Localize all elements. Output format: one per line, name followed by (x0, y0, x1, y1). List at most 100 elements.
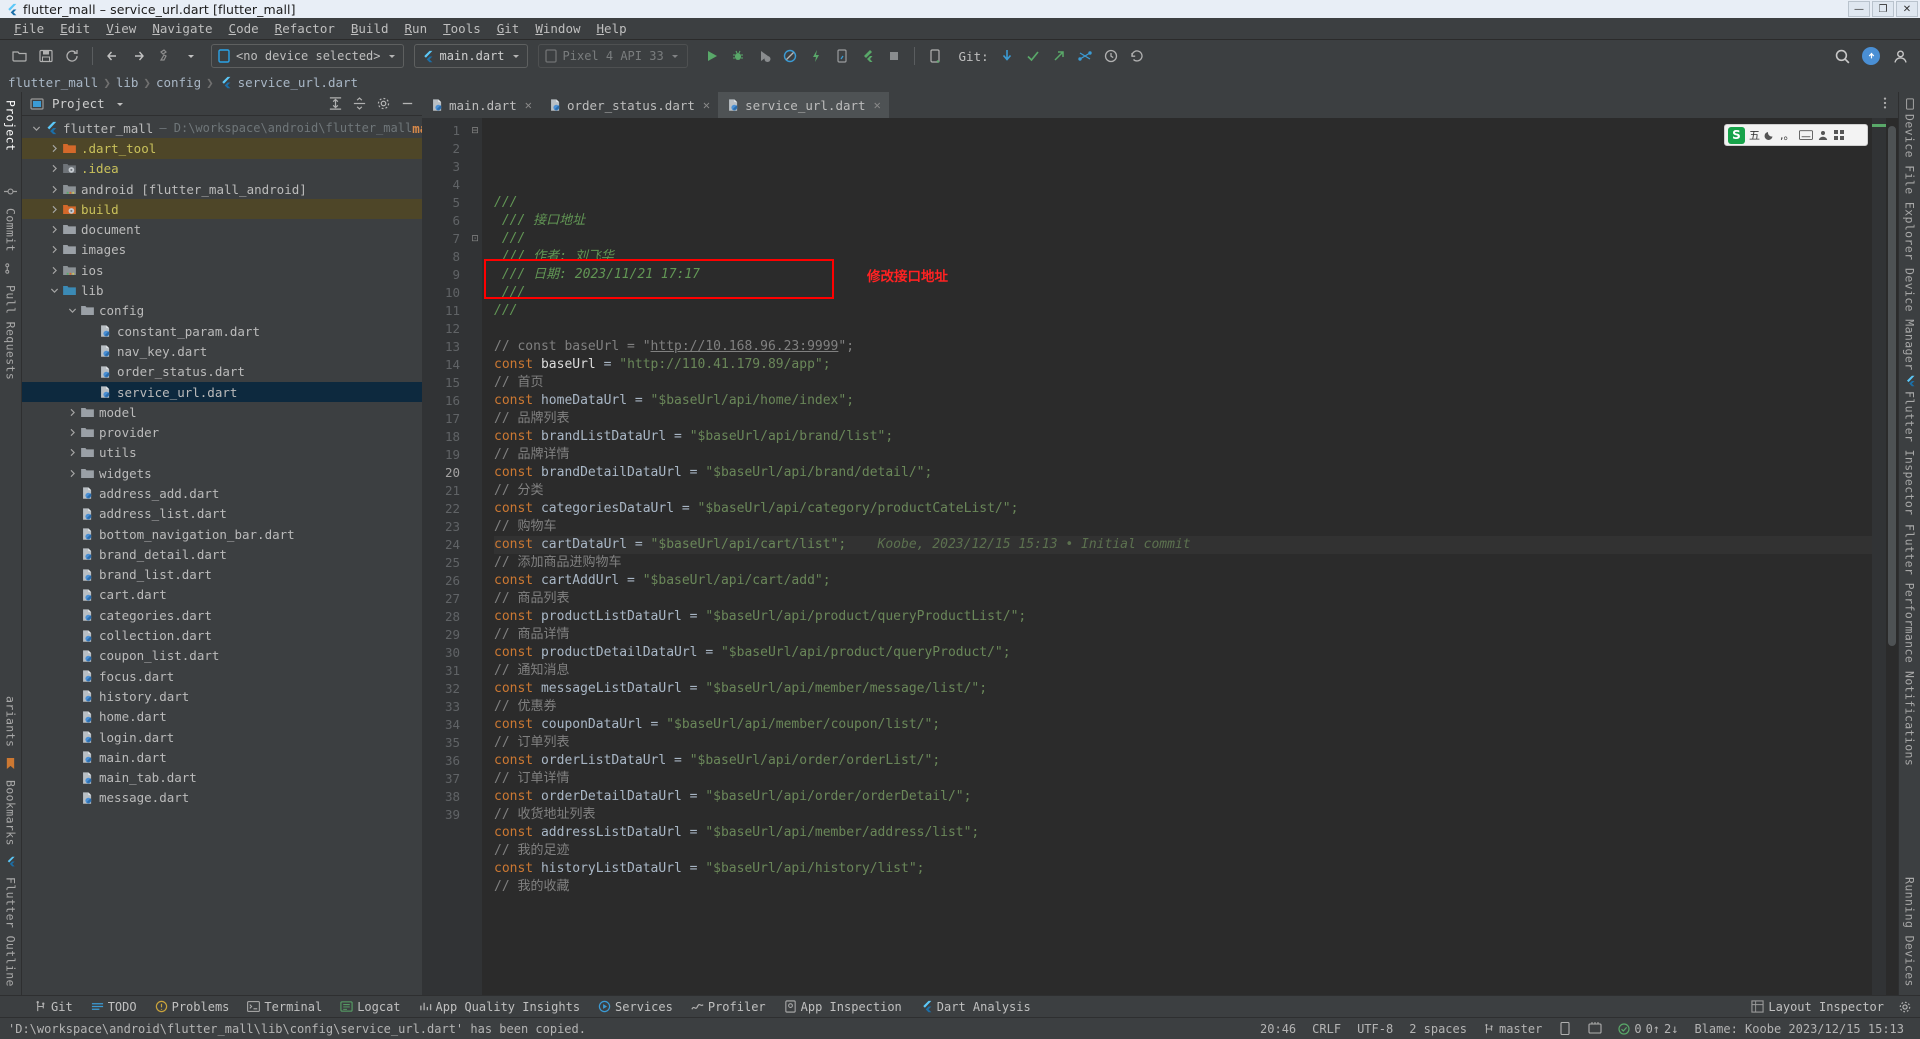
more-tabs-icon[interactable] (1878, 96, 1892, 110)
code-line[interactable]: /// (494, 302, 1872, 320)
code-line[interactable]: /// 作者: 刘飞华 (494, 248, 1872, 266)
bottom-tool-terminal[interactable]: Terminal (239, 996, 330, 1018)
menu-item-help[interactable]: Help (589, 19, 635, 38)
code-content[interactable]: /// /// 接口地址 /// /// 作者: 刘飞华 /// 日期: 202… (482, 118, 1872, 995)
menu-item-run[interactable]: Run (397, 19, 436, 38)
code-line[interactable]: // const baseUrl = "http://10.168.96.23:… (494, 338, 1872, 356)
git-branch-icon[interactable] (1073, 44, 1097, 68)
code-line[interactable]: /// 接口地址 (494, 212, 1872, 230)
device-file-explorer-icon[interactable] (1904, 98, 1916, 110)
error-marker-bar[interactable] (1872, 118, 1886, 995)
tree-row[interactable]: cart.dart (22, 585, 422, 605)
strip-item-variants[interactable]: ariants (4, 692, 18, 751)
chevron-right-icon[interactable] (48, 223, 61, 236)
project-panel-header[interactable]: Project (22, 92, 422, 116)
device-manager-icon[interactable] (923, 44, 947, 68)
tree-row[interactable]: android [flutter_mall_android] (22, 179, 422, 199)
bottom-tool-todo[interactable]: TODO (83, 996, 145, 1018)
forward-arrow-icon[interactable] (127, 44, 151, 68)
menu-item-refactor[interactable]: Refactor (267, 19, 343, 38)
bottom-tool-logcat[interactable]: Logcat (332, 996, 408, 1018)
git-update-icon[interactable] (995, 44, 1019, 68)
menu-icon[interactable] (1833, 129, 1845, 141)
git-branch-status[interactable]: master (1475, 1022, 1550, 1036)
chevron-down-icon[interactable] (48, 284, 61, 297)
bottom-tool-dart-analysis[interactable]: Dart Analysis (912, 996, 1039, 1018)
bottom-tool-app-quality-insights[interactable]: App Quality Insights (411, 996, 589, 1018)
open-folder-icon[interactable] (8, 44, 32, 68)
menu-bar[interactable]: File Edit View Navigate Code Refactor Build Run… (0, 18, 1920, 40)
tree-row[interactable]: flutter_mall – D:\workspace\android\flutt… (22, 118, 422, 138)
minimize-button[interactable]: — (1848, 1, 1870, 17)
menu-item-build[interactable]: Build (343, 19, 397, 38)
code-line[interactable]: /// (494, 194, 1872, 212)
tree-row[interactable]: images (22, 240, 422, 260)
code-line[interactable]: const categoriesDataUrl = "$baseUrl/api/… (494, 500, 1872, 518)
tree-row[interactable]: address_add.dart (22, 483, 422, 503)
flutter-outline-icon[interactable] (5, 856, 16, 867)
code-line[interactable]: const addressListDataUrl = "$baseUrl/api… (494, 824, 1872, 842)
left-tool-strip[interactable]: Project Commit Pull Requests ariants Boo… (0, 92, 22, 995)
tree-row[interactable]: build (22, 199, 422, 220)
menu-item-code[interactable]: Code (221, 19, 267, 38)
chevron-right-icon[interactable] (48, 264, 61, 277)
scrollbar-thumb[interactable] (1888, 126, 1896, 646)
strip-item-commit[interactable]: Commit (4, 204, 18, 256)
tree-row[interactable]: main_tab.dart (22, 768, 422, 788)
tree-row[interactable]: constant_param.dart (22, 321, 422, 341)
code-line[interactable]: const homeDataUrl = "$baseUrl/api/home/i… (494, 392, 1872, 410)
chevron-right-icon[interactable] (48, 183, 61, 196)
code-line[interactable]: // 订单详情 (494, 770, 1872, 788)
strip-item-flutter-inspector[interactable]: Flutter Inspector (1903, 387, 1917, 520)
collapse-all-icon[interactable] (350, 95, 368, 113)
tree-row[interactable]: ios (22, 260, 422, 280)
editor-tabs-actions[interactable] (1878, 96, 1892, 110)
code-line[interactable]: const orderListDataUrl = "$baseUrl/api/o… (494, 752, 1872, 770)
bottom-tool-git[interactable]: Git (26, 996, 81, 1018)
chevron-right-icon[interactable] (66, 446, 79, 459)
close-tab-icon[interactable]: ✕ (525, 98, 532, 112)
tree-row[interactable]: focus.dart (22, 666, 422, 686)
tree-row[interactable]: categories.dart (22, 605, 422, 625)
tree-row[interactable]: brand_list.dart (22, 565, 422, 585)
notifications-icon[interactable] (1862, 47, 1880, 65)
chevron-right-icon[interactable] (66, 426, 79, 439)
bottom-tool-app-inspection[interactable]: App Inspection (776, 996, 910, 1018)
code-line[interactable]: // 收货地址列表 (494, 806, 1872, 824)
tree-row[interactable]: collection.dart (22, 625, 422, 645)
close-tab-icon[interactable]: ✕ (703, 98, 710, 112)
tree-row[interactable]: widgets (22, 463, 422, 483)
toolbar-right-group[interactable] (1830, 44, 1912, 68)
project-tree[interactable]: flutter_mall – D:\workspace\android\flutt… (22, 116, 422, 995)
tree-row[interactable]: bottom_navigation_bar.dart (22, 524, 422, 544)
chevron-down-icon[interactable] (111, 95, 129, 113)
tree-row[interactable]: coupon_list.dart (22, 646, 422, 666)
user-icon[interactable] (1817, 129, 1829, 141)
build-hammer-icon[interactable] (153, 44, 177, 68)
chevron-right-icon[interactable] (48, 142, 61, 155)
tree-row[interactable]: service_url.dart (22, 381, 422, 403)
left-strip-bottom[interactable]: ariants Bookmarks Flutter Outline (0, 692, 21, 991)
main-toolbar[interactable]: <no device selected> main.dart Pixel 4 A… (0, 40, 1920, 72)
tree-row[interactable]: document (22, 219, 422, 239)
code-line[interactable]: /// 日期: 2023/11/21 17:17 (494, 266, 1872, 284)
run-icon[interactable] (700, 44, 724, 68)
bottom-bar-right[interactable]: Layout Inspector (1743, 996, 1912, 1018)
maximize-button[interactable]: ❐ (1872, 1, 1894, 17)
history-icon[interactable] (1099, 44, 1123, 68)
code-line[interactable]: // 品牌详情 (494, 446, 1872, 464)
tree-row[interactable]: main.dart (22, 747, 422, 767)
moon-icon[interactable] (1764, 129, 1776, 141)
strip-item-notifications[interactable]: Notifications (1903, 667, 1917, 770)
chevron-right-icon[interactable] (48, 243, 61, 256)
menu-item-git[interactable]: Git (489, 19, 528, 38)
flash-hot-reload-icon[interactable] (804, 44, 828, 68)
bottom-tool-profiler[interactable]: Profiler (683, 996, 774, 1018)
tree-row[interactable]: model (22, 402, 422, 422)
right-strip-bottom[interactable]: Running Devices (1899, 873, 1920, 991)
code-line[interactable]: const messageListDataUrl = "$baseUrl/api… (494, 680, 1872, 698)
indent-setting[interactable]: 2 spaces (1401, 1022, 1475, 1036)
emulator-selector[interactable]: Pixel 4 API 33 (537, 44, 688, 68)
chevron-right-icon[interactable] (48, 162, 61, 175)
tree-row[interactable]: address_list.dart (22, 504, 422, 524)
